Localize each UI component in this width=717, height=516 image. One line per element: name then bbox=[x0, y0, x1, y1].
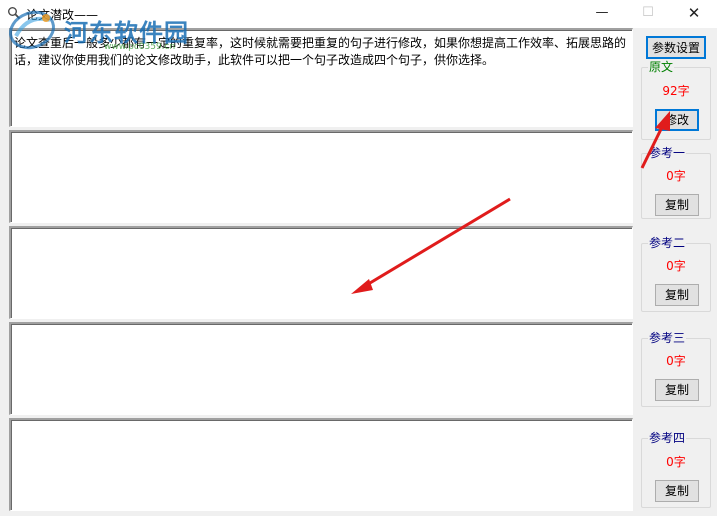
modify-button[interactable]: 修改 bbox=[655, 109, 699, 131]
minimize-button[interactable]: — bbox=[579, 0, 625, 28]
copy-button-2[interactable]: 复制 bbox=[655, 284, 699, 306]
reference-group-4-label: 参考四 bbox=[648, 430, 687, 446]
copy-button-4[interactable]: 复制 bbox=[655, 480, 699, 502]
reference-1-char-count: 0字 bbox=[666, 169, 686, 183]
copy-button-1[interactable]: 复制 bbox=[655, 194, 699, 216]
copy-button-3[interactable]: 复制 bbox=[655, 379, 699, 401]
reference-text-area-2[interactable] bbox=[9, 226, 633, 319]
reference-text-area-1[interactable] bbox=[9, 130, 633, 223]
reference-group-1: 参考一 0字 复制 bbox=[641, 145, 711, 219]
reference-group-3-label: 参考三 bbox=[648, 330, 687, 346]
reference-group-3: 参考三 0字 复制 bbox=[641, 330, 711, 407]
original-group: 原文 92字 修改 bbox=[641, 59, 711, 140]
watermark-logo: 河东软件园 www.pc0359.cn bbox=[4, 4, 214, 56]
reference-text-area-3[interactable] bbox=[9, 322, 633, 415]
close-button[interactable]: ✕ bbox=[671, 0, 717, 28]
settings-button[interactable]: 参数设置 bbox=[646, 36, 706, 59]
reference-group-2: 参考二 0字 复制 bbox=[641, 235, 711, 312]
reference-group-1-label: 参考一 bbox=[648, 145, 687, 161]
reference-group-4: 参考四 0字 复制 bbox=[641, 430, 711, 508]
original-group-label: 原文 bbox=[648, 59, 675, 75]
reference-text-area-4[interactable] bbox=[9, 418, 633, 511]
reference-4-char-count: 0字 bbox=[666, 455, 686, 469]
reference-group-2-label: 参考二 bbox=[648, 235, 687, 251]
watermark-emblem-icon bbox=[9, 10, 55, 50]
reference-3-char-count: 0字 bbox=[666, 354, 686, 368]
original-char-count: 92字 bbox=[662, 84, 690, 98]
watermark-subtext: www.pc0359.cn bbox=[104, 42, 176, 52]
maximize-button[interactable]: ☐ bbox=[625, 0, 671, 28]
reference-2-char-count: 0字 bbox=[666, 259, 686, 273]
